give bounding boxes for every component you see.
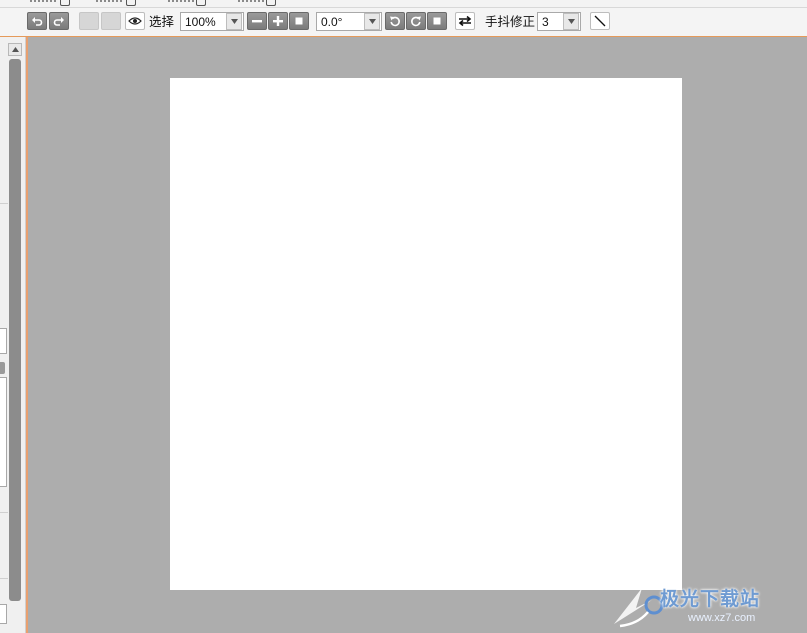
stabilizer-combobox[interactable] [537,12,581,31]
watermark-text: 极光下载站 [660,589,761,610]
undo-icon [32,17,43,26]
rotate-right-icon [411,16,421,27]
disabled-tool-button-1[interactable] [79,12,99,30]
rotate-right-button[interactable] [406,12,426,30]
rotate-left-button[interactable] [385,12,405,30]
chevron-down-icon [230,19,238,24]
zoom-out-button[interactable] [247,12,267,30]
vertical-scrollbar[interactable] [8,43,22,603]
chevron-down-icon [368,19,376,24]
watermark-logo-icon [614,588,664,628]
disabled-tool-button-2[interactable] [101,12,121,30]
zoom-input[interactable] [181,13,226,30]
plus-icon [273,16,283,26]
menu-bar [0,0,807,8]
stabilizer-dropdown-button[interactable] [563,13,579,30]
flip-horizontal-button[interactable] [455,12,475,30]
flip-horizontal-icon [458,15,472,27]
minus-icon [252,20,262,23]
zoom-reset-button[interactable] [289,12,309,30]
chevron-up-icon [11,47,19,52]
left-panel [0,37,26,633]
panel-field[interactable] [0,328,7,354]
square-icon [295,17,303,25]
panel-divider [0,203,8,204]
square-icon [433,17,441,25]
panel-button[interactable] [0,362,5,374]
watermark: 极光下载站 www.xz7.com [612,578,802,630]
toggle-selection-visibility-button[interactable] [125,12,145,30]
stabilizer-label: 手抖修正 [485,15,536,29]
select-label: 选择 [149,15,175,29]
canvas-area[interactable] [26,37,807,633]
panel-divider [0,512,8,513]
eye-icon [128,17,142,25]
toolbar: 选择 手抖修正 [0,8,807,37]
chevron-down-icon [567,19,575,24]
panel-divider [0,578,8,579]
rotation-dropdown-button[interactable] [364,13,380,30]
rotate-left-icon [390,16,400,27]
panel-list[interactable] [0,377,7,487]
artboard[interactable] [170,78,682,590]
zoom-dropdown-button[interactable] [226,13,242,30]
zoom-combobox[interactable] [180,12,244,31]
watermark-url: www.xz7.com [688,612,756,624]
scroll-thumb[interactable] [9,59,21,601]
line-icon [594,15,606,27]
line-tool-button[interactable] [590,12,610,30]
undo-button[interactable] [27,12,47,30]
rotate-reset-button[interactable] [427,12,447,30]
redo-button[interactable] [49,12,69,30]
rotation-input[interactable] [317,13,364,30]
panel-field[interactable] [0,604,7,624]
redo-icon [53,17,64,26]
rotation-combobox[interactable] [316,12,382,31]
zoom-in-button[interactable] [268,12,288,30]
scroll-up-button[interactable] [8,43,22,56]
stabilizer-input[interactable] [538,13,563,30]
